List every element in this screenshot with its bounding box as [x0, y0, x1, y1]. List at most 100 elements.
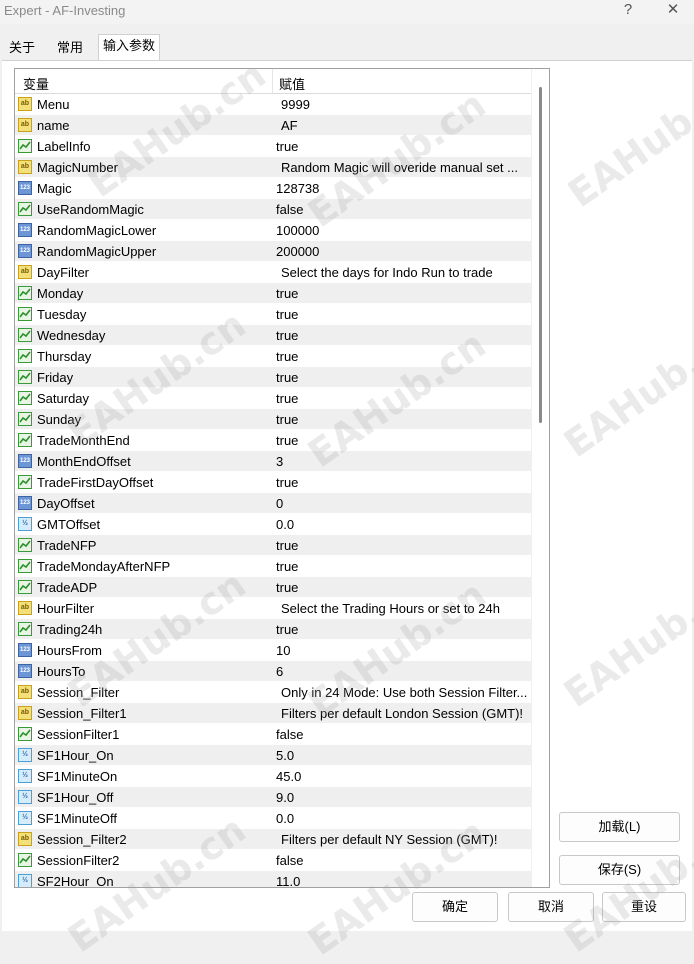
param-value[interactable]: true	[276, 328, 528, 343]
param-value[interactable]: 6	[276, 664, 528, 679]
param-value[interactable]: true	[276, 622, 528, 637]
column-header-value[interactable]: 赋值	[279, 74, 305, 93]
table-row[interactable]: ab Menu 9999	[15, 94, 531, 115]
param-value[interactable]: true	[276, 391, 528, 406]
param-value[interactable]: Select the days for Indo Run to trade	[281, 265, 533, 280]
param-value[interactable]: 0.0	[276, 517, 528, 532]
table-row[interactable]: ab HourFilter Select the Trading Hours or …	[15, 598, 531, 619]
load-button[interactable]: 加载(L)	[559, 812, 680, 842]
help-icon[interactable]: ?	[608, 0, 648, 22]
table-row[interactable]: Friday true	[15, 367, 531, 388]
param-value[interactable]: 10	[276, 643, 528, 658]
table-row[interactable]: ½ GMTOffset 0.0	[15, 514, 531, 535]
param-value[interactable]: true	[276, 538, 528, 553]
double-param-icon: ½	[18, 811, 32, 825]
table-row[interactable]: 123 MonthEndOffset 3	[15, 451, 531, 472]
param-value[interactable]: Select the Trading Hours or set to 24h	[281, 601, 533, 616]
table-row[interactable]: TradeFirstDayOffset true	[15, 472, 531, 493]
param-value[interactable]: false	[276, 727, 528, 742]
param-value[interactable]: 0	[276, 496, 528, 511]
save-button[interactable]: 保存(S)	[559, 855, 680, 885]
param-value[interactable]: 11.0	[276, 874, 528, 887]
table-row[interactable]: ½ SF1Hour_Off 9.0	[15, 787, 531, 808]
param-value[interactable]: 9999	[281, 97, 533, 112]
tab-inputs[interactable]: 输入参数	[98, 34, 160, 61]
param-value[interactable]: true	[276, 349, 528, 364]
param-value[interactable]: 5.0	[276, 748, 528, 763]
param-value[interactable]: AF	[281, 118, 533, 133]
table-row[interactable]: Thursday true	[15, 346, 531, 367]
table-row[interactable]: TradeADP true	[15, 577, 531, 598]
tab-about[interactable]: 关于	[4, 36, 40, 60]
vertical-scrollbar[interactable]	[531, 69, 549, 887]
table-row[interactable]: Tuesday true	[15, 304, 531, 325]
param-value[interactable]: true	[276, 412, 528, 427]
param-value[interactable]: true	[276, 475, 528, 490]
table-row[interactable]: 123 DayOffset 0	[15, 493, 531, 514]
param-value[interactable]: false	[276, 853, 528, 868]
table-row[interactable]: SessionFilter1 false	[15, 724, 531, 745]
table-row[interactable]: 123 RandomMagicLower 100000	[15, 220, 531, 241]
param-name: HoursFrom	[37, 643, 103, 658]
table-row[interactable]: TradeNFP true	[15, 535, 531, 556]
param-value[interactable]: Filters per default London Session (GMT)…	[281, 706, 533, 721]
param-value[interactable]: 100000	[276, 223, 528, 238]
ok-button[interactable]: 确定	[412, 892, 498, 922]
param-value[interactable]: 0.0	[276, 811, 528, 826]
param-value[interactable]: 45.0	[276, 769, 528, 784]
table-row[interactable]: SessionFilter2 false	[15, 850, 531, 871]
table-row[interactable]: 123 HoursTo 6	[15, 661, 531, 682]
param-value[interactable]: true	[276, 580, 528, 595]
param-value[interactable]: 9.0	[276, 790, 528, 805]
table-row[interactable]: TradeMondayAfterNFP true	[15, 556, 531, 577]
param-value[interactable]: true	[276, 286, 528, 301]
table-row[interactable]: 123 HoursFrom 10	[15, 640, 531, 661]
table-row[interactable]: ½ SF2Hour_On 11.0	[15, 871, 531, 888]
table-row[interactable]: ab name AF	[15, 115, 531, 136]
param-value[interactable]: Random Magic will overide manual set ...	[281, 160, 533, 175]
table-row[interactable]: LabelInfo true	[15, 136, 531, 157]
scrollbar-thumb[interactable]	[539, 87, 542, 423]
table-row[interactable]: ab DayFilter Select the days for Indo Run …	[15, 262, 531, 283]
param-value[interactable]: 3	[276, 454, 528, 469]
param-name: TradeMondayAfterNFP	[37, 559, 171, 574]
table-row[interactable]: ½ SF1Hour_On 5.0	[15, 745, 531, 766]
table-row[interactable]: ab Session_Filter Only in 24 Mode: Use bot…	[15, 682, 531, 703]
column-header-variable[interactable]: 变量	[23, 74, 49, 93]
param-name: SF2Hour_On	[37, 874, 114, 888]
param-value[interactable]: 200000	[276, 244, 528, 259]
param-name: LabelInfo	[37, 139, 91, 154]
param-name: MagicNumber	[37, 160, 118, 175]
cancel-button[interactable]: 取消	[508, 892, 594, 922]
table-row[interactable]: 123 RandomMagicUpper 200000	[15, 241, 531, 262]
close-icon[interactable]: ✕	[653, 0, 693, 22]
param-value[interactable]: false	[276, 202, 528, 217]
table-row[interactable]: TradeMonthEnd true	[15, 430, 531, 451]
param-value[interactable]: Filters per default NY Session (GMT)!	[281, 832, 533, 847]
tab-bar: 关于 常用 输入参数	[0, 34, 694, 61]
param-value[interactable]: true	[276, 307, 528, 322]
table-row[interactable]: ab MagicNumber Random Magic will overide m…	[15, 157, 531, 178]
param-value[interactable]: 128738	[276, 181, 528, 196]
table-row[interactable]: ½ SF1MinuteOn 45.0	[15, 766, 531, 787]
table-row[interactable]: Wednesday true	[15, 325, 531, 346]
param-value[interactable]: true	[276, 559, 528, 574]
param-value[interactable]: true	[276, 370, 528, 385]
table-row[interactable]: 123 Magic 128738	[15, 178, 531, 199]
param-value[interactable]: Only in 24 Mode: Use both Session Filter…	[281, 685, 533, 700]
table-row[interactable]: ab Session_Filter1 Filters per default Lon…	[15, 703, 531, 724]
table-row[interactable]: Saturday true	[15, 388, 531, 409]
table-row[interactable]: ab Session_Filter2 Filters per default NY …	[15, 829, 531, 850]
reset-button[interactable]: 重设	[602, 892, 686, 922]
param-value[interactable]: true	[276, 139, 528, 154]
table-row[interactable]: ½ SF1MinuteOff 0.0	[15, 808, 531, 829]
tab-common[interactable]: 常用	[52, 36, 88, 60]
table-row[interactable]: Sunday true	[15, 409, 531, 430]
integer-param-icon: 123	[18, 244, 32, 258]
table-row[interactable]: UseRandomMagic false	[15, 199, 531, 220]
table-row[interactable]: Monday true	[15, 283, 531, 304]
param-value[interactable]: true	[276, 433, 528, 448]
table-row[interactable]: Trading24h true	[15, 619, 531, 640]
bool-param-icon	[18, 538, 32, 552]
param-name: MonthEndOffset	[37, 454, 131, 469]
